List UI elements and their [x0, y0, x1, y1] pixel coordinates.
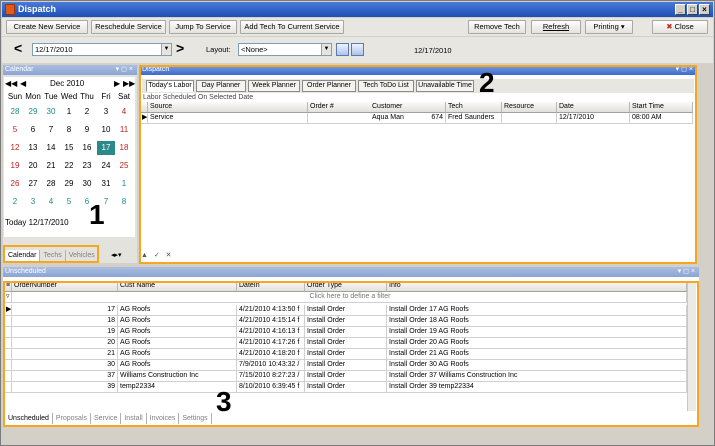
calendar-day[interactable]: 27: [24, 177, 42, 191]
callout-one: 1: [89, 199, 105, 230]
unscheduled-panel-title: Unscheduled: [5, 268, 46, 275]
calendar-day[interactable]: 5: [60, 195, 78, 209]
day-of-week-label: Tue: [44, 92, 58, 101]
calendar-day[interactable]: 29: [60, 177, 78, 191]
day-of-week-label: Fri: [101, 92, 111, 101]
calendar-day[interactable]: 6: [24, 123, 42, 137]
panel-controls-icon[interactable]: ▾◻×: [678, 267, 697, 277]
calendar-day[interactable]: 3: [24, 195, 42, 209]
calendar-day[interactable]: 22: [60, 159, 78, 173]
current-date-label: 12/17/2010: [414, 46, 452, 55]
day-of-week-label: Mon: [25, 92, 41, 101]
printing-label: Printing: [593, 22, 619, 31]
calendar-day[interactable]: 9: [78, 123, 96, 137]
window-title: Dispatch: [18, 4, 57, 14]
calendar-day[interactable]: 25: [115, 159, 133, 173]
refresh-button[interactable]: Refresh: [531, 20, 581, 34]
remove-tech-button[interactable]: Remove Tech: [468, 20, 526, 34]
day-of-week-label: Sat: [117, 92, 130, 101]
calendar-day[interactable]: 15: [60, 141, 78, 155]
close-button[interactable]: ✖ Close: [652, 20, 708, 34]
calendar-day[interactable]: 8: [60, 123, 78, 137]
date-value: 12/17/2010: [35, 45, 73, 54]
calendar-day[interactable]: 31: [97, 177, 115, 191]
close-window-button[interactable]: ×: [699, 4, 710, 15]
unscheduled-panel-header: Unscheduled ▾◻×: [3, 267, 699, 277]
panel-controls-icon[interactable]: ▾◻×: [116, 65, 135, 75]
calendar-day[interactable]: 4: [42, 195, 60, 209]
calendar-day[interactable]: 23: [78, 159, 96, 173]
calendar-day[interactable]: 10: [97, 123, 115, 137]
chevron-down-icon[interactable]: ▼: [161, 44, 171, 55]
chevron-down-icon: ▾: [620, 22, 625, 31]
jump-to-service-button[interactable]: Jump To Service: [169, 20, 237, 34]
previous-month-icon[interactable]: ◀: [20, 79, 26, 88]
calendar-day[interactable]: 7: [42, 123, 60, 137]
app-icon: [5, 4, 15, 15]
save-layout-icon[interactable]: [336, 43, 349, 56]
next-day-arrow-icon[interactable]: >: [176, 40, 184, 56]
calendar-month-label: Dec 2010: [50, 79, 85, 88]
today-label[interactable]: Today 12/17/2010: [5, 218, 69, 227]
calendar-day[interactable]: 11: [115, 123, 133, 137]
minimize-button[interactable]: _: [675, 4, 686, 15]
dispatch-window: Dispatch _ □ × Create New Service Resche…: [0, 0, 715, 446]
calendar-day[interactable]: 17: [97, 141, 115, 155]
calendar-day[interactable]: 14: [42, 141, 60, 155]
highlight-box-1: [3, 245, 99, 263]
calendar-day[interactable]: 1: [60, 105, 78, 119]
close-icon: ✖: [666, 22, 673, 31]
calendar-day[interactable]: 5: [6, 123, 24, 137]
calendar-day[interactable]: 12: [6, 141, 24, 155]
highlight-box-3: [3, 281, 699, 427]
previous-day-arrow-icon[interactable]: <: [14, 40, 22, 56]
day-of-week-label: Thu: [80, 92, 94, 101]
layout-value: <None>: [241, 45, 268, 54]
month-calendar: ◀◀ ◀ Dec 2010 ▶ ▶▶ Sun Mon Tue Wed Thu Fri Sat…: [4, 77, 135, 237]
edit-layout-icon[interactable]: [351, 43, 364, 56]
day-of-week-label: Sun: [7, 92, 23, 101]
add-tech-button[interactable]: Add Tech To Current Service: [240, 20, 344, 34]
calendar-day[interactable]: 8: [115, 195, 133, 209]
calendar-day[interactable]: 28: [42, 177, 60, 191]
previous-year-icon[interactable]: ◀◀: [5, 79, 17, 88]
calendar-day[interactable]: 21: [42, 159, 60, 173]
calendar-day[interactable]: 2: [78, 105, 96, 119]
calendar-day[interactable]: 3: [97, 105, 115, 119]
calendar-header: ◀◀ ◀ Dec 2010 ▶ ▶▶: [4, 79, 135, 89]
tab-scroll-icon[interactable]: ◂▸▾: [111, 251, 122, 259]
layout-select[interactable]: <None> ▼: [238, 43, 332, 56]
calendar-day[interactable]: 26: [6, 177, 24, 191]
calendar-day[interactable]: 24: [97, 159, 115, 173]
chevron-down-icon[interactable]: ▼: [321, 44, 331, 55]
date-picker[interactable]: 12/17/2010 ▼: [32, 43, 172, 56]
title-bar: Dispatch _ □ ×: [2, 2, 713, 17]
calendar-day[interactable]: 28: [6, 105, 24, 119]
calendar-panel-title: Calendar: [5, 66, 34, 73]
close-label: Close: [674, 22, 694, 31]
maximize-button[interactable]: □: [687, 4, 698, 15]
calendar-panel-header: Calendar ▾◻×: [3, 65, 137, 75]
calendar-day[interactable]: 29: [24, 105, 42, 119]
day-of-week-label: Wed: [60, 92, 78, 101]
layout-label: Layout:: [206, 45, 231, 54]
calendar-day[interactable]: 30: [42, 105, 60, 119]
calendar-day[interactable]: 20: [24, 159, 42, 173]
calendar-day[interactable]: 4: [115, 105, 133, 119]
calendar-day[interactable]: 13: [24, 141, 42, 155]
create-new-service-button[interactable]: Create New Service: [6, 20, 88, 34]
calendar-day[interactable]: 30: [78, 177, 96, 191]
calendar-day[interactable]: 1: [115, 177, 133, 191]
calendar-day[interactable]: 16: [78, 141, 96, 155]
next-year-icon[interactable]: ▶▶: [123, 79, 135, 88]
next-month-icon[interactable]: ▶: [114, 79, 120, 88]
main-toolbar: Create New Service Reschedule Service Ju…: [2, 18, 713, 36]
navigation-bar: < 12/17/2010 ▼ > Layout: <None> ▼ 12/17/20…: [2, 37, 713, 63]
highlight-box-2: [139, 65, 697, 264]
calendar-day[interactable]: 2: [6, 195, 24, 209]
printing-button[interactable]: Printing ▾: [585, 20, 633, 34]
calendar-day[interactable]: 18: [115, 141, 133, 155]
calendar-day[interactable]: 19: [6, 159, 24, 173]
reschedule-service-button[interactable]: Reschedule Service: [91, 20, 166, 34]
